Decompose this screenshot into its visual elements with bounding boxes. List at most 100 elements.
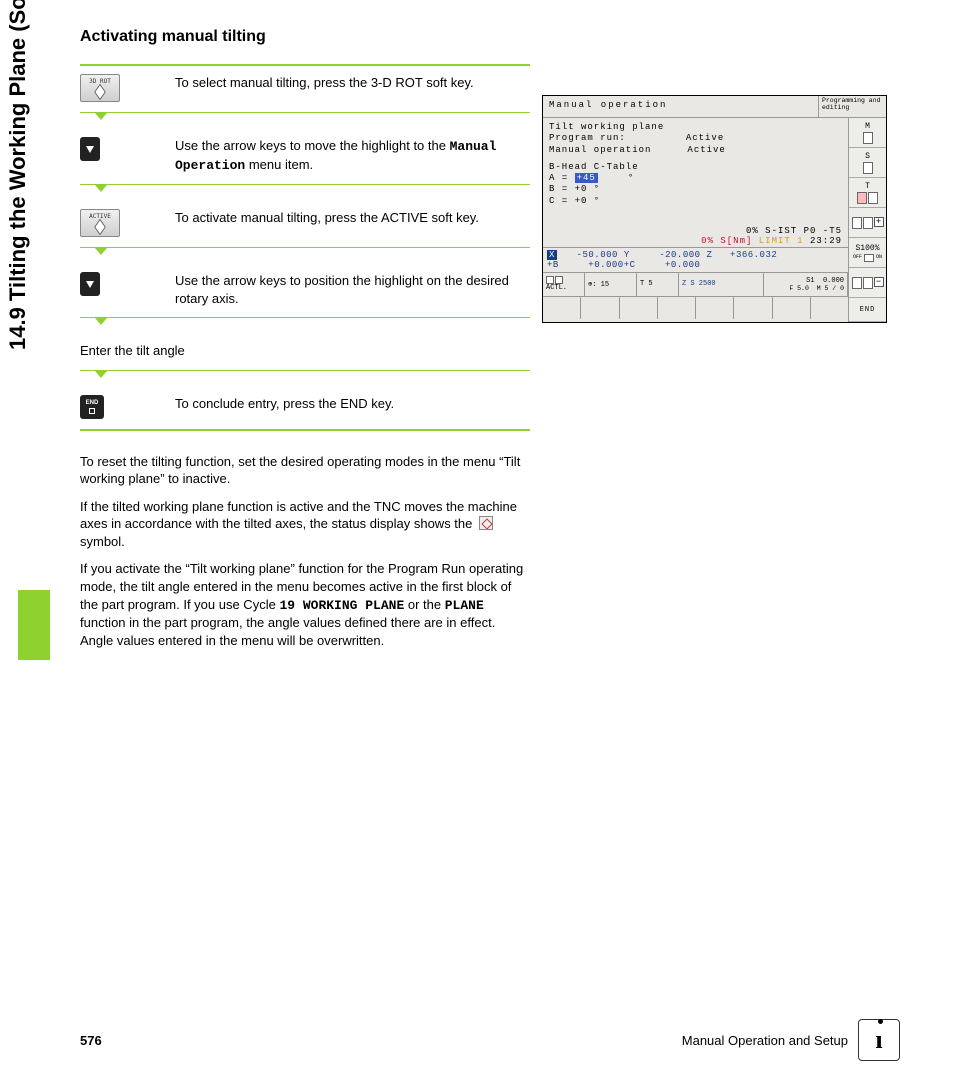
status-limit: LIMIT 1 (759, 236, 804, 246)
coord-z: Z +366.032 (701, 250, 778, 260)
label: M (865, 122, 870, 131)
softkey-3d-rot: 3D ROT (80, 74, 120, 102)
value: Active (687, 145, 725, 155)
continue-arrow-icon (80, 113, 530, 123)
axis-a-label: A = (549, 173, 575, 183)
tilt-title: Tilt working plane (549, 122, 842, 133)
step-3: ACTIVE To activate manual tilting, press… (80, 201, 530, 247)
s-value: 0.000 (823, 277, 844, 285)
mono-text: 19 WORKING PLANE (279, 598, 404, 613)
paragraph-symbol: If the tilted working plane function is … (80, 498, 530, 551)
label: S100% (855, 244, 879, 253)
step-2: Use the arrow keys to move the highlight… (80, 129, 530, 184)
step-text: To activate manual tilting, press the AC… (175, 209, 530, 227)
box-icon (863, 277, 873, 289)
label: Program run: (549, 133, 626, 143)
end-key-label: END (86, 400, 99, 406)
softkey-blank (811, 297, 848, 319)
text: or the (404, 597, 444, 612)
step-6: END To conclude entry, press the END key… (80, 387, 530, 429)
arrow-down-icon (86, 281, 94, 288)
box-icon (852, 277, 862, 289)
mode-icon (546, 276, 554, 284)
step-text: Use the arrow keys to position the highl… (175, 272, 530, 307)
arrow-down-key (80, 137, 100, 161)
step-text: To select manual tilting, press the 3-D … (175, 74, 530, 92)
head-label: B-Head C-Table (549, 162, 842, 173)
softkey-blank (658, 297, 696, 319)
panel-header: Manual operation Programming and editing (543, 96, 886, 118)
label: Manual operation (549, 145, 651, 155)
status-nm: 0% S[Nm] (701, 236, 759, 246)
text: symbol. (80, 534, 125, 549)
continue-arrow-icon (80, 371, 530, 381)
box-icon (863, 162, 873, 174)
m-value: M 5 / 0 (817, 285, 844, 292)
rule (80, 429, 530, 431)
plus-icon: + (874, 217, 884, 227)
softkey-blank (581, 297, 619, 319)
panel-main: Tilt working plane Program run: Active Ma… (543, 118, 848, 322)
feed-row: ACTL. ⊕: 15 T 5 Z S 2500 S1 0.000 F 5.0 … (543, 273, 848, 297)
arrow-down-key (80, 272, 100, 296)
softkey-blank (773, 297, 811, 319)
coordinate-display: X -50.000 Y -20.000 Z +366.032 +B +0.000… (543, 247, 848, 273)
s-cell: S1 0.000 F 5.0 M 5 / 0 (764, 273, 849, 296)
t-cell: T 5 (637, 273, 679, 296)
actl-label: ACTL. (546, 284, 581, 292)
step-text: Enter the tilt angle (80, 342, 530, 360)
s-label: S1 (806, 277, 814, 285)
diamond-icon (94, 84, 106, 101)
box-icon (852, 217, 862, 229)
footer-text: Manual Operation and Setup (682, 1033, 848, 1048)
diamond-icon (94, 219, 106, 236)
main-content: Activating manual tilting 3D ROT To sele… (80, 28, 530, 659)
side-end-button: END (849, 298, 886, 322)
box-icon (868, 192, 878, 204)
step-4: Use the arrow keys to position the highl… (80, 264, 530, 317)
tilt-settings: Tilt working plane Program run: Active Ma… (543, 118, 848, 209)
step-text: Use the arrow keys to move the highlight… (175, 137, 530, 174)
softkey-active: ACTIVE (80, 209, 120, 237)
panel-sidebar: M S T + S100% OFFON − END (848, 118, 886, 322)
continue-arrow-icon (80, 185, 530, 195)
square-icon (89, 408, 95, 414)
coord-b: +B +0.000 (547, 260, 624, 270)
page-number: 576 (80, 1033, 102, 1048)
coord-x: -50.000 (559, 250, 618, 260)
mono-text: PLANE (445, 598, 484, 613)
softkey-blank (734, 297, 772, 319)
deg: ° (628, 173, 634, 183)
mode-icon (555, 276, 563, 284)
softkey-blank (543, 297, 581, 319)
continue-arrow-icon (80, 248, 530, 258)
panel-mode: Programming and editing (818, 96, 886, 117)
side-s-button: S (849, 148, 886, 178)
continue-arrow-icon (80, 318, 530, 328)
side-t-button: T (849, 178, 886, 208)
side-m-button: M (849, 118, 886, 148)
step-text: To conclude entry, press the END key. (175, 395, 530, 413)
step-5: Enter the tilt angle (80, 334, 530, 370)
status-strip: 0% S-IST P0 -T5 0% S[Nm] LIMIT 1 23:29 (543, 225, 848, 247)
softkey-blank (620, 297, 658, 319)
text: function in the part program, the angle … (80, 615, 495, 648)
value: Active (686, 133, 724, 143)
panel-title: Manual operation (543, 96, 818, 117)
status-time: 23:29 (804, 236, 842, 246)
off-label: OFF (853, 254, 862, 262)
f-value: F 5.0 (789, 285, 809, 292)
axis-c: C = +0 ° (549, 196, 842, 207)
box-icon (863, 132, 873, 144)
paragraph-reset: To reset the tilting function, set the d… (80, 453, 530, 488)
coord-x-label: X (547, 250, 557, 260)
box-icon (864, 254, 874, 262)
axis-a-value-highlight: +45 (575, 173, 598, 183)
step-1: 3D ROT To select manual tilting, press t… (80, 66, 530, 112)
coord-c: +C +0.000 (624, 260, 701, 270)
mode-icons: ACTL. (543, 273, 585, 296)
minus-icon: − (874, 277, 884, 287)
paragraph-programrun: If you activate the “Tilt working plane”… (80, 560, 530, 649)
info-badge-icon: ı (858, 1019, 900, 1061)
side-plus-button: + (849, 208, 886, 238)
